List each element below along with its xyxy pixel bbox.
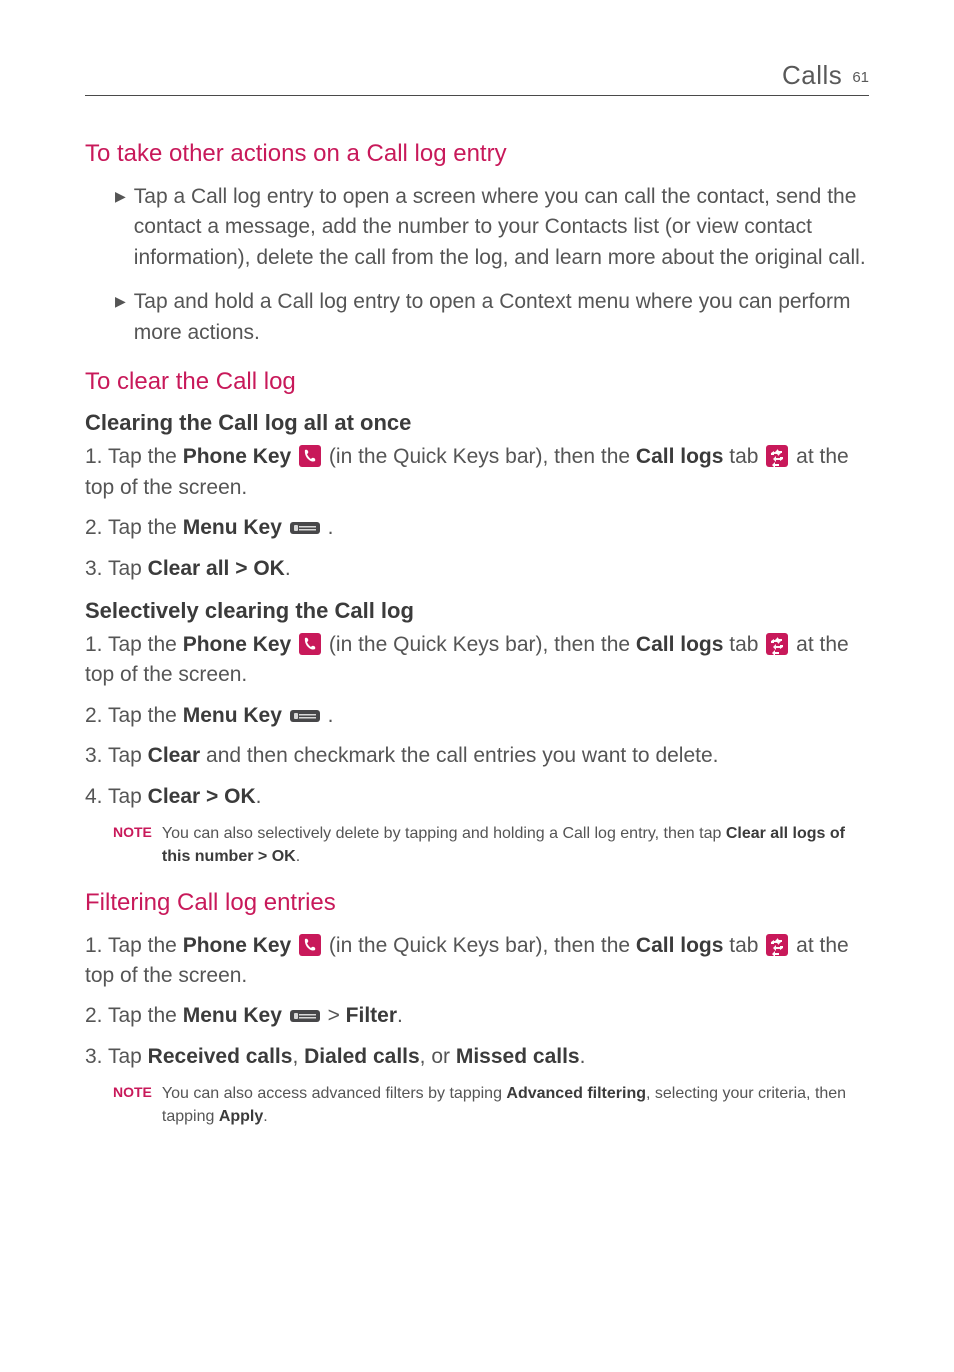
text-fragment: tab — [723, 633, 764, 656]
step-item: 2. Tap the Menu Key . — [85, 513, 869, 543]
text-fragment: 3. Tap — [85, 744, 148, 767]
text-fragment: 1. Tap the — [85, 445, 183, 468]
text-fragment: . — [263, 1108, 267, 1125]
step-item: 1. Tap the Phone Key (in the Quick Keys … — [85, 442, 869, 503]
dialed-calls-label: Dialed calls — [304, 1045, 420, 1068]
phone-key-icon — [299, 633, 321, 655]
subheading-clear-all: Clearing the Call log all at once — [85, 410, 869, 436]
menu-key-icon — [290, 1003, 320, 1021]
text-fragment: . — [256, 785, 262, 808]
note-block: NOTE You can also access advanced filter… — [113, 1082, 869, 1128]
bullet-text: Tap a Call log entry to open a screen wh… — [134, 182, 869, 273]
call-logs-tab-icon — [766, 445, 788, 467]
step-text: 3. Tap Clear and then checkmark the call… — [85, 741, 719, 771]
text-fragment: (in the Quick Keys bar), then the — [323, 633, 636, 656]
missed-calls-label: Missed calls — [456, 1045, 580, 1068]
step-text: 2. Tap the Menu Key . — [85, 701, 333, 731]
clear-label: Clear — [148, 744, 201, 767]
note-text: You can also access advanced filters by … — [162, 1082, 869, 1128]
step-item: 1. Tap the Phone Key (in the Quick Keys … — [85, 931, 869, 992]
heading-clear-call-log: To clear the Call log — [85, 368, 869, 396]
bullet-item: ▶ Tap a Call log entry to open a screen … — [115, 182, 869, 273]
heading-filtering: Filtering Call log entries — [85, 889, 869, 917]
bullet-item: ▶ Tap and hold a Call log entry to open … — [115, 287, 869, 348]
text-fragment: and then checkmark the call entries you … — [200, 744, 718, 767]
text-fragment: You can also access advanced filters by … — [162, 1085, 507, 1102]
phone-key-icon — [299, 934, 321, 956]
text-fragment: You can also selectively delete by tappi… — [162, 825, 726, 842]
text-fragment: > — [322, 1004, 346, 1027]
step-item: 3. Tap Clear all > OK. — [85, 554, 869, 584]
call-logs-tab-icon — [766, 633, 788, 655]
text-fragment: (in the Quick Keys bar), then the — [323, 934, 636, 957]
text-fragment: . — [322, 704, 334, 727]
text-fragment: 3. Tap — [85, 1045, 148, 1068]
bullet-marker-icon: ▶ — [115, 293, 126, 310]
advanced-filtering-label: Advanced filtering — [506, 1085, 646, 1102]
menu-key-label: Menu Key — [183, 516, 282, 539]
menu-key-label: Menu Key — [183, 704, 282, 727]
note-label: NOTE — [113, 1084, 152, 1128]
received-calls-label: Received calls — [148, 1045, 293, 1068]
step-text: 3. Tap Clear all > OK. — [85, 554, 291, 584]
step-item: 2. Tap the Menu Key . — [85, 701, 869, 731]
text-fragment: 4. Tap — [85, 785, 148, 808]
call-logs-label: Call logs — [636, 445, 724, 468]
heading-other-actions: To take other actions on a Call log entr… — [85, 140, 869, 168]
call-logs-label: Call logs — [636, 934, 724, 957]
page-number: 61 — [852, 69, 869, 86]
header-section-title: Calls — [782, 60, 842, 91]
step-item: 4. Tap Clear > OK. — [85, 782, 869, 812]
bullet-list-other-actions: ▶ Tap a Call log entry to open a screen … — [115, 182, 869, 348]
text-fragment: 3. Tap — [85, 557, 148, 580]
apply-label: Apply — [219, 1108, 263, 1125]
text-fragment: 1. Tap the — [85, 934, 183, 957]
step-text: 3. Tap Received calls, Dialed calls, or … — [85, 1042, 585, 1072]
menu-key-icon — [290, 515, 320, 533]
text-fragment: 2. Tap the — [85, 704, 183, 727]
clear-ok-label: Clear > OK — [148, 785, 256, 808]
step-text: 2. Tap the Menu Key . — [85, 513, 333, 543]
text-fragment: . — [580, 1045, 586, 1068]
step-item: 1. Tap the Phone Key (in the Quick Keys … — [85, 630, 869, 691]
page-header: Calls 61 — [85, 60, 869, 96]
step-item: 3. Tap Received calls, Dialed calls, or … — [85, 1042, 869, 1072]
step-text: 1. Tap the Phone Key (in the Quick Keys … — [85, 442, 869, 503]
filter-label: Filter — [346, 1004, 397, 1027]
text-fragment: . — [296, 848, 300, 865]
step-text: 1. Tap the Phone Key (in the Quick Keys … — [85, 931, 869, 992]
text-fragment: . — [322, 516, 334, 539]
clear-all-ok-label: Clear all > OK — [148, 557, 285, 580]
bullet-text: Tap and hold a Call log entry to open a … — [134, 287, 869, 348]
phone-key-label: Phone Key — [183, 934, 292, 957]
subheading-selective-clear: Selectively clearing the Call log — [85, 598, 869, 624]
menu-key-label: Menu Key — [183, 1004, 282, 1027]
note-text: You can also selectively delete by tappi… — [162, 822, 869, 868]
step-text: 4. Tap Clear > OK. — [85, 782, 261, 812]
phone-key-label: Phone Key — [183, 633, 292, 656]
text-fragment: 2. Tap the — [85, 516, 183, 539]
text-fragment: tab — [723, 934, 764, 957]
menu-key-icon — [290, 703, 320, 721]
step-text: 2. Tap the Menu Key > Filter. — [85, 1001, 403, 1031]
text-fragment: . — [285, 557, 291, 580]
text-fragment: , or — [420, 1045, 456, 1068]
bullet-marker-icon: ▶ — [115, 188, 126, 205]
text-fragment: . — [397, 1004, 403, 1027]
phone-key-icon — [299, 445, 321, 467]
text-fragment: tab — [723, 445, 764, 468]
text-fragment: , — [292, 1045, 304, 1068]
note-block: NOTE You can also selectively delete by … — [113, 822, 869, 868]
text-fragment: (in the Quick Keys bar), then the — [323, 445, 636, 468]
step-item: 3. Tap Clear and then checkmark the call… — [85, 741, 869, 771]
phone-key-label: Phone Key — [183, 445, 292, 468]
text-fragment: 2. Tap the — [85, 1004, 183, 1027]
text-fragment: 1. Tap the — [85, 633, 183, 656]
step-text: 1. Tap the Phone Key (in the Quick Keys … — [85, 630, 869, 691]
call-logs-tab-icon — [766, 934, 788, 956]
call-logs-label: Call logs — [636, 633, 724, 656]
note-label: NOTE — [113, 824, 152, 868]
step-item: 2. Tap the Menu Key > Filter. — [85, 1001, 869, 1031]
page-root: Calls 61 To take other actions on a Call… — [0, 0, 954, 1177]
